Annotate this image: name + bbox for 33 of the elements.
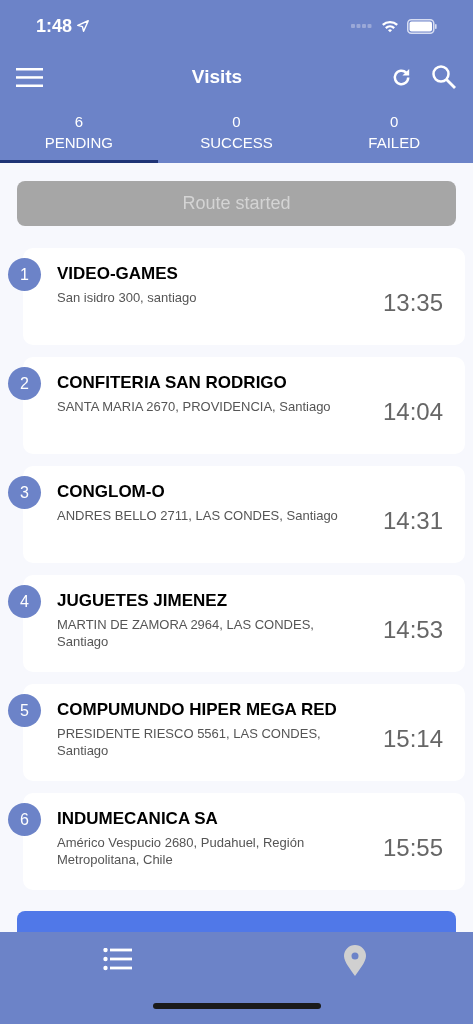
tab[interactable]: 0 SUCCESS [157, 102, 316, 163]
signal-icon [351, 23, 373, 29]
map-pin-icon [343, 944, 366, 976]
visit-address: SANTA MARIA 2670, PROVIDENCIA, Santiago [57, 398, 331, 415]
visit-name: JUGUETES JIMENEZ [57, 590, 229, 612]
visit-address: ANDRES BELLO 2711, LAS CONDES, Santiago [57, 507, 338, 524]
visit-address: MARTIN DE ZAMORA 2964, LAS CONDES, Santiago [57, 616, 315, 650]
visit-name: INDUMECANICA SA [57, 808, 219, 830]
status-time: 1:48 [36, 14, 73, 38]
header-title: Visits [191, 65, 243, 87]
visit-name: COMPUMUNDO HIPER MEGA RED [57, 699, 338, 721]
visit-name: VIDEO-GAMES [57, 263, 179, 285]
visit-address: San isidro 300, santiago [57, 289, 197, 306]
visit-time: 14:31 [382, 506, 443, 536]
visit-address: Américo Vespucio 2680, Pudahuel, Región Metropolitana, Chile [57, 834, 306, 868]
search-button[interactable] [431, 64, 457, 90]
visit-name: CONGLOM-O [57, 481, 166, 503]
location-arrow-icon [76, 19, 91, 33]
list-icon [103, 948, 134, 972]
visit-time: 15:14 [382, 724, 443, 754]
search-icon [431, 64, 457, 90]
tab[interactable]: 0 FAILED [315, 102, 473, 163]
menu-button[interactable] [16, 67, 44, 87]
visit-time: 14:53 [382, 615, 443, 645]
visit-time: 13:35 [382, 288, 443, 318]
visit-time: 15:55 [382, 833, 443, 863]
visit-address: PRESIDENTE RIESCO 5561, LAS CONDES, Santiago [57, 725, 322, 759]
battery-icon [407, 18, 437, 34]
wifi-icon [381, 19, 399, 33]
menu-icon [16, 67, 43, 87]
visit-name: CONFITERIA SAN RODRIGO [57, 372, 288, 394]
tab[interactable]: 6 PENDING [0, 102, 158, 163]
visit-time: 14:04 [382, 397, 443, 427]
